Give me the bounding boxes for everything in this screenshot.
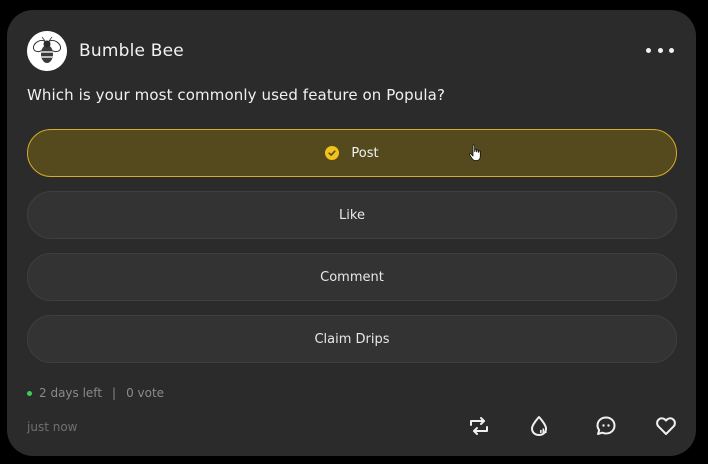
like-button[interactable] [654, 414, 678, 438]
poll-meta: 2 days left | 0 vote [27, 386, 164, 400]
meta-separator: | [112, 386, 117, 400]
vote-count: 0 vote [126, 386, 165, 400]
repost-button[interactable] [467, 414, 491, 438]
repost-icon [470, 417, 488, 435]
poll-card: Bumble Bee Which is your most commonly u… [7, 10, 696, 456]
poll-option-label: Post [351, 145, 379, 161]
poll-option-comment[interactable]: Comment [27, 253, 677, 301]
more-horizontal-icon [669, 47, 674, 53]
bee-avatar-icon [27, 31, 67, 71]
poll-option-label: Claim Drips [314, 331, 390, 347]
poll-option-label: Like [339, 207, 365, 223]
drip-button[interactable] [527, 414, 551, 438]
author-name[interactable]: Bumble Bee [79, 41, 184, 61]
poll-option-label: Comment [320, 269, 384, 285]
poll-options: Post Like Comment Claim Drips [27, 129, 677, 377]
more-options-button[interactable] [646, 38, 674, 62]
time-left: 2 days left [39, 386, 103, 400]
poll-option-claim-drips[interactable]: Claim Drips [27, 315, 677, 363]
hand-cursor-icon [469, 144, 481, 161]
drip-icon [531, 416, 547, 436]
more-horizontal-icon [646, 47, 651, 53]
poll-option-like[interactable]: Like [27, 191, 677, 239]
comment-button[interactable] [594, 414, 618, 438]
post-actions [467, 414, 676, 440]
poll-question: Which is your most commonly used feature… [27, 86, 446, 104]
post-header: Bumble Bee [27, 30, 676, 72]
post-timestamp: just now [27, 420, 78, 434]
active-status-dot [27, 390, 32, 396]
comment-bubble-icon [596, 416, 616, 435]
avatar[interactable] [27, 31, 67, 71]
poll-option-post[interactable]: Post [27, 129, 677, 177]
more-horizontal-icon [657, 47, 663, 53]
check-circle-icon [325, 146, 340, 160]
heart-icon [656, 417, 676, 435]
